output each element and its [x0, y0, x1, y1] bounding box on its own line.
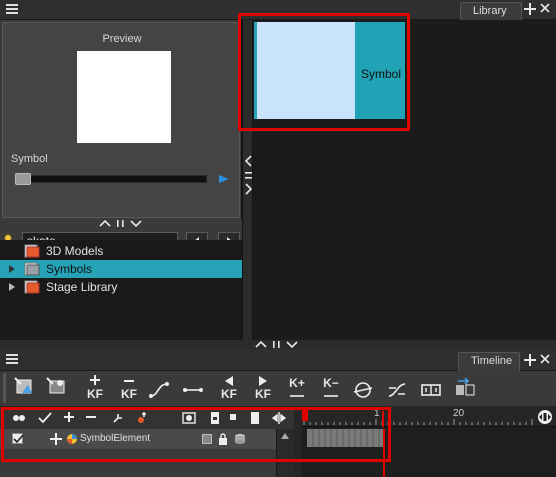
convert-icon: [456, 377, 475, 396]
collapse-expand-icon[interactable]: [254, 340, 300, 349]
stop-motion-keyframe-button[interactable]: [182, 375, 208, 403]
timeline-tab-bar: Timeline: [0, 349, 556, 371]
add-layer-button[interactable]: [46, 375, 72, 403]
expand-arrow-icon[interactable]: [9, 283, 15, 291]
convert-button[interactable]: [454, 375, 480, 403]
library-left-pane: Preview Symbol skate 3D Models Symbols S…: [0, 20, 242, 356]
collapse-expand-icon[interactable]: [98, 219, 144, 228]
add-key-button[interactable]: K+: [284, 375, 310, 403]
tree-item-stage-library[interactable]: Stage Library: [0, 278, 242, 296]
add-view-icon[interactable]: [524, 354, 538, 368]
remove-key-button[interactable]: K−: [318, 375, 344, 403]
timeline-toolbar: KF KF KF KF K+ K−: [0, 371, 556, 407]
collapse-expand-icon[interactable]: [244, 154, 253, 198]
ease-icon: [353, 382, 373, 398]
keyframe-label: KF: [121, 387, 137, 401]
keyframe-label: KF: [255, 387, 271, 401]
symbol-label: Symbol: [11, 153, 48, 165]
panel-menu-icon[interactable]: [6, 4, 18, 14]
symbol-folder-icon: [24, 262, 40, 276]
library-panel: Library Preview Symbol skate 3D Models S…: [0, 0, 556, 356]
keyframe-label: KF: [221, 387, 237, 401]
panel-splitter[interactable]: [0, 340, 556, 349]
add-layer-icon: [46, 377, 65, 394]
add-view-icon[interactable]: [524, 3, 538, 17]
ease-curve-icon: [388, 383, 406, 397]
motion-keyframe-button[interactable]: [148, 375, 174, 403]
folder-icon: [24, 280, 40, 294]
tree-item-symbols[interactable]: Symbols: [0, 260, 242, 278]
highlight-box: [238, 13, 410, 131]
key-bar-icon: [290, 395, 304, 397]
tree-item-3d-models[interactable]: 3D Models: [0, 242, 242, 260]
tree-item-label: Symbols: [46, 262, 93, 276]
minus-icon: [124, 380, 134, 382]
next-keyframe-button[interactable]: KF: [250, 375, 276, 403]
key-bar-icon: [324, 395, 338, 397]
expand-arrow-icon[interactable]: [9, 265, 15, 273]
set-ease-button[interactable]: [386, 375, 412, 403]
tree-item-label: Stage Library: [46, 280, 118, 294]
play-icon[interactable]: [219, 175, 229, 183]
line-icon: [183, 388, 203, 392]
add-drawing-layer-icon: [14, 377, 32, 394]
library-tree: 3D Models Symbols Stage Library: [0, 240, 242, 356]
remove-key-label: K−: [323, 376, 339, 390]
ease-button[interactable]: [352, 375, 378, 403]
panel-menu-icon[interactable]: [6, 354, 18, 364]
split-icon: [421, 384, 441, 396]
left-arrow-icon: [225, 376, 233, 386]
folder-icon: [24, 244, 40, 258]
add-keyframe-button[interactable]: KF: [82, 375, 108, 403]
previous-keyframe-button[interactable]: KF: [216, 375, 242, 403]
close-icon[interactable]: [540, 3, 554, 17]
preview-canvas: [77, 51, 171, 143]
preview-splitter[interactable]: [0, 219, 242, 228]
keyframe-label: KF: [87, 387, 103, 401]
timeline-zoom-icon[interactable]: [536, 409, 554, 425]
tab-timeline[interactable]: Timeline: [458, 352, 520, 371]
split-view-button[interactable]: [420, 375, 446, 403]
remove-keyframe-button[interactable]: KF: [116, 375, 142, 403]
preview-frame-slider[interactable]: [15, 175, 207, 183]
right-arrow-icon: [259, 376, 267, 386]
highlight-box: [1, 407, 391, 462]
preview-area: Preview Symbol: [2, 22, 240, 218]
add-drawing-layer-button[interactable]: [14, 375, 40, 403]
preview-slider-thumb[interactable]: [15, 173, 31, 185]
add-key-label: K+: [289, 376, 305, 390]
plus-icon: [90, 375, 100, 385]
preview-label: Preview: [102, 33, 142, 45]
toolbar-grip[interactable]: [3, 373, 6, 403]
tree-item-label: 3D Models: [46, 244, 104, 258]
close-icon[interactable]: [540, 354, 554, 368]
ruler-label: 20: [453, 408, 465, 419]
curve-icon: [149, 382, 169, 398]
tab-library[interactable]: Library: [460, 2, 522, 20]
